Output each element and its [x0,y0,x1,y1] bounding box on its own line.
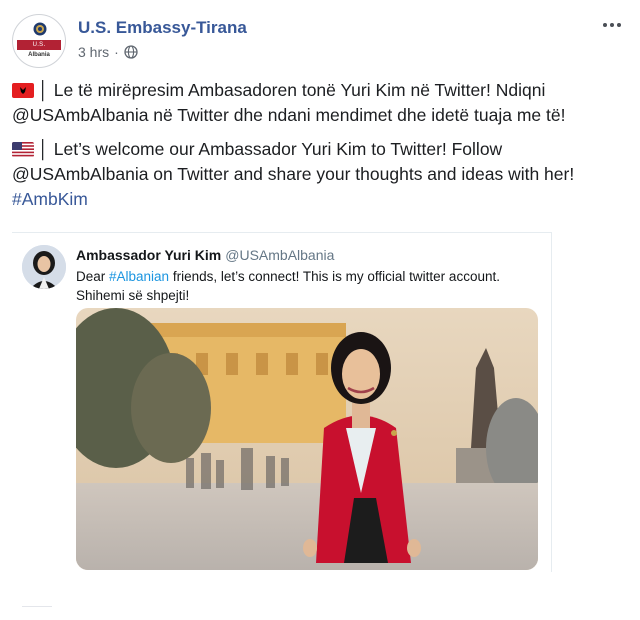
post-timestamp[interactable]: 3 hrs [78,44,109,60]
post-message: │ Le të mirëpresim Ambasadoren tonë Yuri… [12,78,626,221]
page-name-link[interactable]: U.S. Embassy-Tirana [78,18,247,38]
paragraph-english: │ Let’s welcome our Ambassador Yuri Kim … [12,137,626,212]
embassy-seal-icon [33,22,47,36]
meta-separator: · [114,44,119,60]
more-options-icon[interactable] [600,18,624,32]
tweet-author-handle[interactable]: @USAmbAlbania [225,247,334,263]
paragraph-albanian-text: │ Le të mirëpresim Ambasadoren tonë Yuri… [12,80,566,125]
paragraph-english-text: │ Let’s welcome our Ambassador Yuri Kim … [12,139,575,184]
page-avatar[interactable]: U.S. EMBASSY Albania [12,14,66,68]
paragraph-albanian: │ Le të mirëpresim Ambasadoren tonë Yuri… [12,78,626,128]
post-meta: 3 hrs · [78,44,138,60]
tweet-author-name[interactable]: Ambassador Yuri Kim [76,247,221,263]
embedded-tweet[interactable]: Ambassador Yuri Kim @USAmbAlbania Dear #A… [12,232,552,572]
post-header: U.S. EMBASSY Albania U.S. Embassy-Tirana… [12,10,628,70]
globe-icon[interactable] [124,45,138,59]
facebook-post: U.S. EMBASSY Albania U.S. Embassy-Tirana… [0,0,640,620]
avatar-sub-text: Albania [28,52,50,58]
hashtag-link[interactable]: #AmbKim [12,189,88,209]
tweet-header: Ambassador Yuri Kim @USAmbAlbania [76,247,334,263]
usa-flag-icon [12,142,34,157]
tweet-photo[interactable] [76,308,538,570]
footer-divider [22,606,52,607]
tweet-text-start: Dear [76,269,110,284]
avatar-seal-text: U.S. EMBASSY [17,40,61,58]
tweet-author-avatar[interactable] [22,245,66,289]
albania-flag-icon [12,83,34,98]
tweet-text: Dear #Albanian friends, let’s connect! T… [76,267,536,305]
tweet-hashtag-link[interactable]: #Albanian [109,269,169,284]
